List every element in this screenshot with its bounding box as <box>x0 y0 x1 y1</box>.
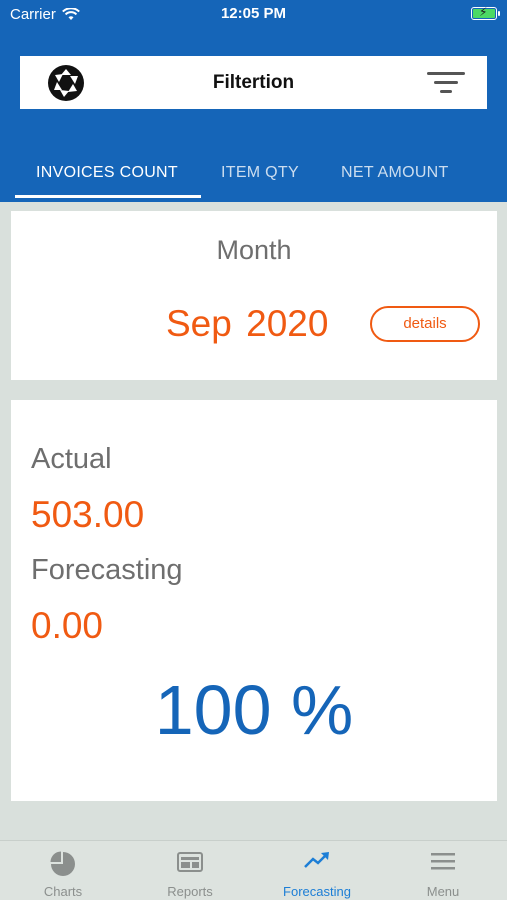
battery-icon: ⚡ <box>471 5 500 20</box>
report-icon <box>177 852 203 872</box>
tab-item-qty[interactable]: ITEM QTY <box>221 164 299 182</box>
nav-forecasting-label: Forecasting <box>283 884 351 899</box>
details-button[interactable]: details <box>370 306 480 342</box>
nav-reports[interactable]: Reports <box>127 841 253 900</box>
nav-charts[interactable]: Charts <box>0 841 126 900</box>
nav-forecasting[interactable]: Forecasting <box>254 841 380 900</box>
month-card: Month Sep 2020 details <box>11 211 497 380</box>
nav-menu[interactable]: Menu <box>380 841 506 900</box>
pie-chart-icon <box>50 851 75 876</box>
bottom-nav: Charts Reports Forecasting Menu <box>0 840 507 900</box>
actual-label: Actual <box>31 443 112 475</box>
nav-reports-label: Reports <box>167 884 213 899</box>
app-header: Carrier 12:05 PM ⚡ Filtertion INVOICES C… <box>0 0 507 202</box>
trending-up-icon <box>304 852 329 868</box>
active-tab-indicator <box>15 195 201 198</box>
month-name: Sep <box>166 303 232 344</box>
forecasting-value: 0.00 <box>31 605 104 646</box>
filter-icon[interactable] <box>427 70 465 96</box>
title-bar: Filtertion <box>20 56 487 109</box>
tab-invoices-count[interactable]: INVOICES COUNT <box>36 164 178 182</box>
forecast-percent: 100 % <box>154 671 354 749</box>
tab-bar: INVOICES COUNT ITEM QTY NET AMOUNT <box>0 150 507 200</box>
forecasting-label: Forecasting <box>31 554 183 586</box>
actual-value: 503.00 <box>31 494 145 535</box>
month-year: 2020 <box>246 303 329 344</box>
nav-charts-label: Charts <box>43 884 83 899</box>
app-title: Filtertion <box>212 72 295 93</box>
stats-card: Actual 503.00 Forecasting 0.00 100 % <box>11 400 497 801</box>
menu-icon <box>431 853 455 870</box>
status-bar: Carrier 12:05 PM ⚡ <box>0 0 507 28</box>
month-label: Month <box>216 235 292 265</box>
tab-net-amount[interactable]: NET AMOUNT <box>341 164 449 182</box>
status-time: 12:05 PM <box>220 5 287 22</box>
month-value: Sep 2020 <box>166 303 328 345</box>
nav-menu-label: Menu <box>426 884 460 899</box>
